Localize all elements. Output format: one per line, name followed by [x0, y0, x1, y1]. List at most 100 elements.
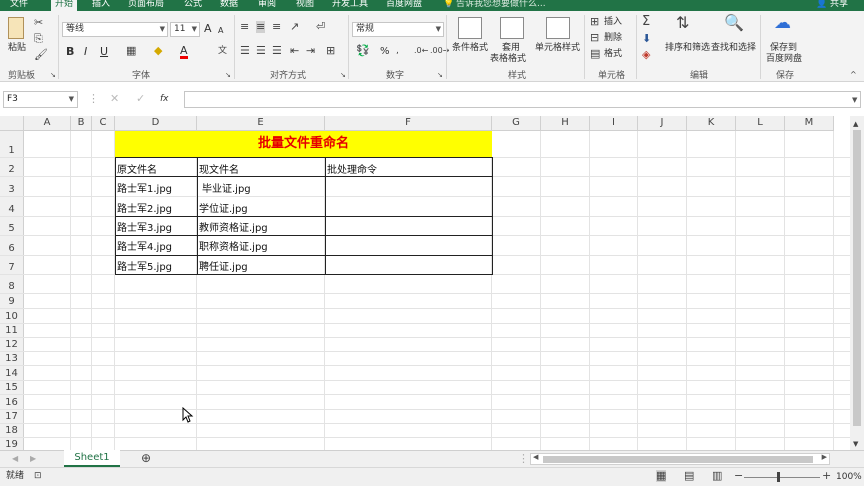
row-header-9[interactable]: 9: [0, 294, 24, 309]
copy-icon[interactable]: ⎘: [34, 33, 43, 45]
increase-indent-icon[interactable]: ⇥: [306, 45, 315, 57]
header-new-name[interactable]: 现文件名: [197, 161, 239, 180]
enter-icon[interactable]: ✓: [136, 93, 145, 105]
row-header-2[interactable]: 2: [0, 158, 24, 177]
header-original-name[interactable]: 原文件名: [115, 161, 157, 180]
sheet-title-cell[interactable]: 批量文件重命名: [115, 131, 492, 158]
tab-baidu[interactable]: 百度网盘: [386, 0, 422, 11]
delete-cells-button[interactable]: 删除: [604, 33, 622, 44]
scroll-thumb[interactable]: [543, 456, 813, 463]
save-baidu-line2[interactable]: 百度网盘: [766, 54, 802, 65]
font-size-select[interactable]: 11 ▼: [170, 22, 200, 37]
insert-function-button[interactable]: fx: [160, 94, 169, 105]
orientation-icon[interactable]: ↗: [290, 21, 299, 33]
align-left-icon[interactable]: ☰: [240, 45, 250, 57]
column-header-k[interactable]: K: [687, 116, 736, 131]
underline-button[interactable]: U: [100, 46, 108, 57]
dialog-launcher-icon[interactable]: ↘: [225, 69, 231, 81]
expand-formula-icon[interactable]: ▼: [852, 94, 857, 106]
tab-page-layout[interactable]: 页面布局: [128, 0, 164, 11]
row-header-7[interactable]: 7: [0, 256, 24, 275]
number-format-select[interactable]: 常规 ▼: [352, 22, 444, 37]
zoom-out-icon[interactable]: −: [734, 470, 743, 482]
zoom-in-icon[interactable]: +: [822, 470, 831, 482]
column-header-l[interactable]: L: [736, 116, 785, 131]
row-header-16[interactable]: 16: [0, 395, 24, 410]
column-header-d[interactable]: D: [115, 116, 197, 131]
dialog-launcher-icon[interactable]: ↘: [437, 69, 443, 81]
column-header-f[interactable]: F: [325, 116, 492, 131]
row-header-10[interactable]: 10: [0, 309, 24, 324]
tab-review[interactable]: 审阅: [258, 0, 276, 11]
font-name-select[interactable]: 等线 ▼: [62, 22, 168, 37]
format-as-table-line1[interactable]: 套用: [502, 43, 520, 54]
percent-button[interactable]: %: [380, 46, 390, 57]
find-select-icon[interactable]: 🔍: [724, 15, 744, 31]
normal-view-icon[interactable]: ▦: [656, 470, 667, 482]
tab-formulas[interactable]: 公式: [184, 0, 202, 11]
border-icon[interactable]: ▦: [126, 45, 136, 57]
comma-style-icon[interactable]: ,: [396, 45, 399, 57]
formula-input[interactable]: [184, 91, 861, 108]
prev-sheet-icon[interactable]: ◀: [12, 453, 18, 465]
increase-decimal-icon[interactable]: .0←: [414, 45, 428, 57]
row-header-19[interactable]: 19: [0, 438, 24, 450]
tab-file[interactable]: 文件: [10, 0, 28, 11]
row-header-12[interactable]: 12: [0, 338, 24, 352]
row-header-3[interactable]: 3: [0, 177, 24, 197]
row-header-15[interactable]: 15: [0, 381, 24, 395]
column-header-e[interactable]: E: [197, 116, 325, 131]
row-header-14[interactable]: 14: [0, 366, 24, 381]
insert-cells-button[interactable]: 插入: [604, 17, 622, 28]
zoom-slider[interactable]: [744, 477, 820, 478]
align-right-icon[interactable]: ☰: [272, 45, 282, 57]
tab-insert[interactable]: 插入: [92, 0, 110, 11]
row-header-5[interactable]: 5: [0, 217, 24, 236]
align-center-icon[interactable]: ☰: [256, 45, 266, 57]
scroll-thumb[interactable]: [853, 130, 861, 426]
paste-icon[interactable]: [8, 17, 24, 39]
zoom-slider-thumb[interactable]: [777, 472, 780, 482]
tell-me-box[interactable]: 告诉我您想要做什么...: [456, 0, 546, 11]
format-as-table-line2[interactable]: 表格格式: [490, 54, 526, 65]
row-header-1[interactable]: 1: [0, 131, 24, 158]
autosum-icon[interactable]: Σ: [642, 15, 650, 28]
format-cells-icon[interactable]: ▤: [590, 48, 600, 60]
next-sheet-icon[interactable]: ▶: [30, 453, 36, 465]
dialog-launcher-icon[interactable]: ↘: [50, 69, 56, 81]
italic-button[interactable]: I: [84, 46, 87, 57]
row-header-4[interactable]: 4: [0, 197, 24, 217]
find-select-button[interactable]: 查找和选择: [711, 43, 756, 54]
sort-filter-icon[interactable]: ⇅: [676, 15, 689, 31]
tab-developer[interactable]: 开发工具: [332, 0, 368, 11]
bold-button[interactable]: B: [66, 46, 74, 57]
row-header-17[interactable]: 17: [0, 410, 24, 424]
scroll-down-icon[interactable]: ▼: [853, 438, 858, 450]
format-cells-button[interactable]: 格式: [604, 49, 622, 60]
worksheet-grid[interactable]: ABCDEFGHIJKLM 1 2 3 4 5 6 7 8 9 10 11 12 13 14 15 16 17 1…: [0, 116, 850, 450]
row-header-6[interactable]: 6: [0, 236, 24, 256]
column-header-j[interactable]: J: [638, 116, 687, 131]
conditional-format-icon[interactable]: [458, 17, 482, 39]
name-box[interactable]: F3 ▼: [3, 91, 78, 108]
fill-color-icon[interactable]: ◆: [154, 45, 162, 57]
select-all-corner[interactable]: [0, 116, 24, 131]
format-as-table-icon[interactable]: [500, 17, 524, 39]
wrap-text-icon[interactable]: ⏎: [316, 21, 325, 33]
column-header-i[interactable]: I: [590, 116, 638, 131]
column-header-m[interactable]: M: [785, 116, 834, 131]
scroll-left-icon[interactable]: ◀: [533, 453, 538, 461]
scroll-right-icon[interactable]: ▶: [822, 453, 827, 461]
original-name-cell[interactable]: 路士军1.jpg: [115, 180, 172, 199]
column-header-h[interactable]: H: [541, 116, 590, 131]
shrink-font-button[interactable]: A: [218, 25, 223, 36]
collapse-ribbon-icon[interactable]: ^: [850, 69, 857, 81]
row-header-11[interactable]: 11: [0, 324, 24, 338]
save-baidu-line1[interactable]: 保存到: [770, 43, 797, 54]
baidu-cloud-icon[interactable]: ☁: [774, 15, 791, 32]
align-bottom-icon[interactable]: ≡: [272, 21, 281, 33]
column-header-a[interactable]: A: [24, 116, 71, 131]
tab-data[interactable]: 数据: [220, 0, 238, 11]
format-painter-icon[interactable]: 🖌: [34, 49, 48, 61]
align-top-icon[interactable]: ≡: [240, 21, 249, 33]
